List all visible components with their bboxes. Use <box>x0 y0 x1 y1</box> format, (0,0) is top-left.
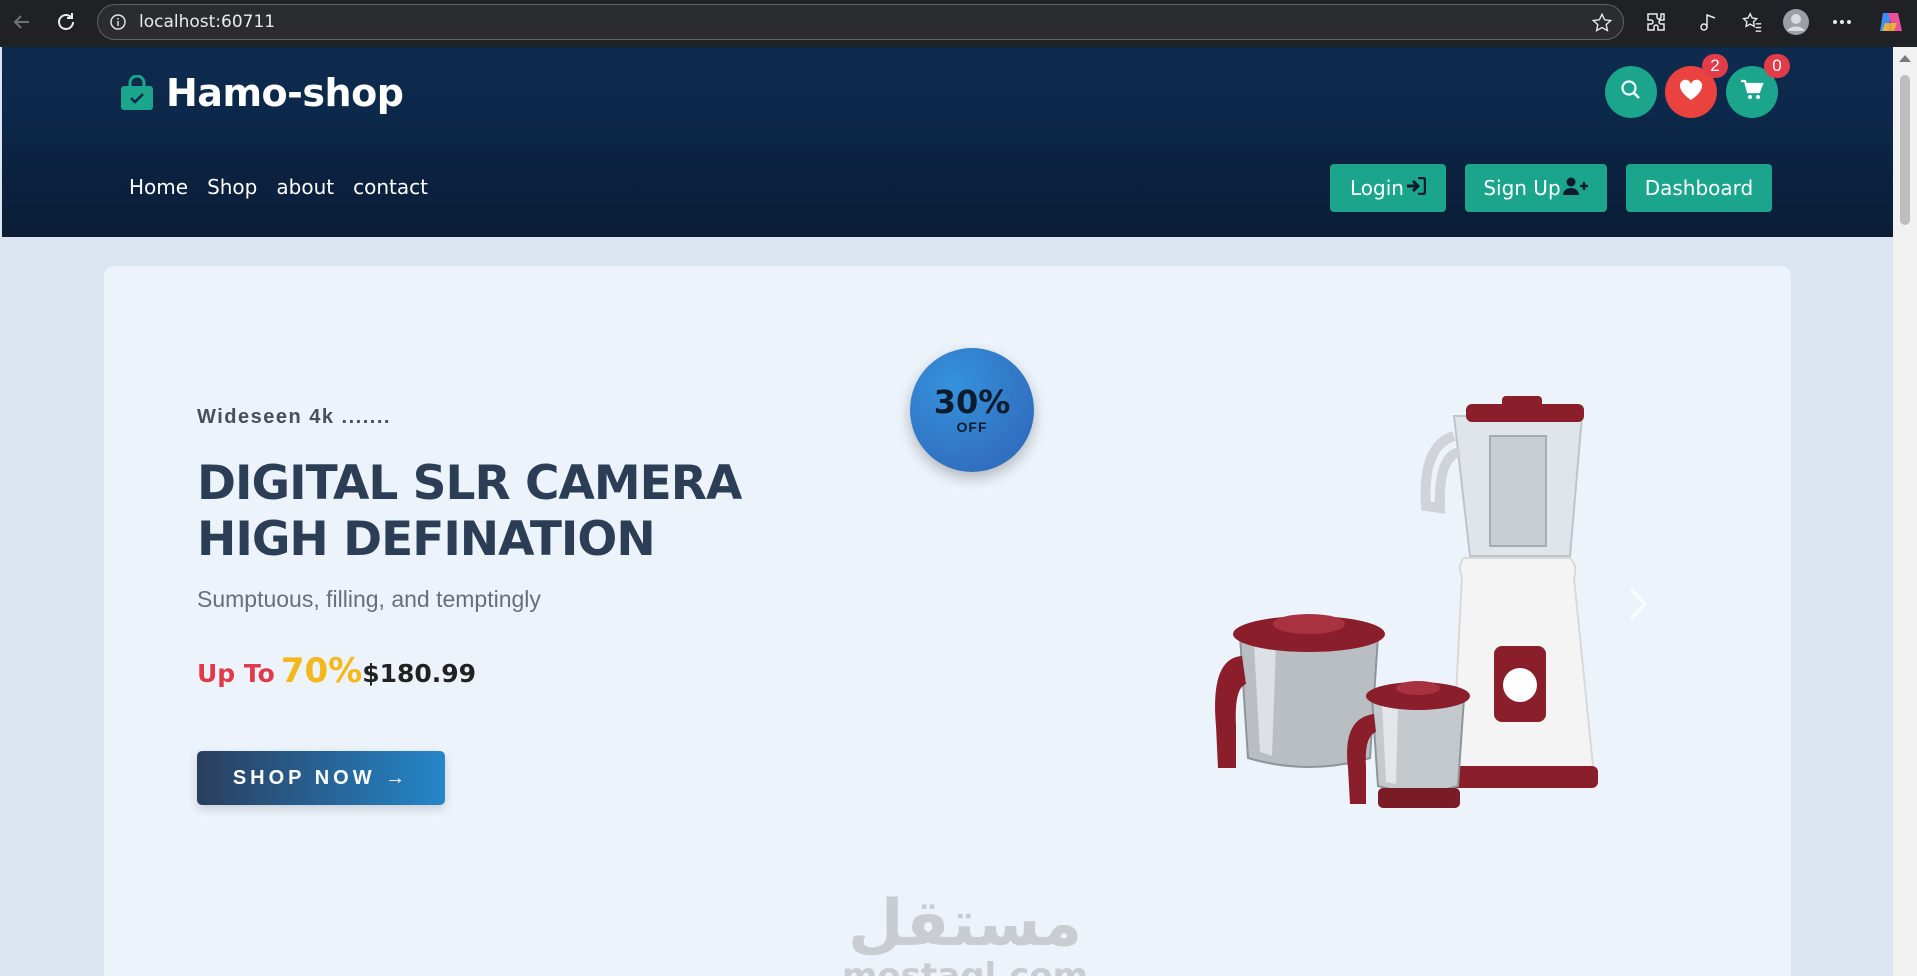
nav-home[interactable]: Home <box>129 175 188 199</box>
profile-avatar-icon[interactable] <box>1780 6 1812 38</box>
discount-percent: 70% <box>280 651 363 691</box>
hero-title-line2: HIGH DEFINATION <box>197 512 656 567</box>
nav-shop[interactable]: Shop <box>207 175 257 199</box>
hero-title-line1: DIGITAL SLR CAMERA <box>197 456 742 511</box>
signup-button[interactable]: Sign Up <box>1465 164 1607 212</box>
login-label: Login <box>1350 176 1404 200</box>
hero-subtitle: Sumptuous, filling, and temptingly <box>197 586 541 612</box>
hero-title: DIGITAL SLR CAMERA HIGH DEFINATION <box>197 456 742 568</box>
watermark-latin: mostaql.com <box>842 956 1089 976</box>
scroll-up-arrow-icon[interactable] <box>1899 55 1911 62</box>
media-icon[interactable] <box>1692 6 1724 38</box>
more-options-icon[interactable] <box>1826 6 1858 38</box>
chevron-right-icon <box>1628 587 1648 626</box>
login-button[interactable]: Login <box>1330 164 1446 212</box>
dashboard-button[interactable]: Dashboard <box>1626 164 1772 212</box>
signup-label: Sign Up <box>1483 176 1561 200</box>
site-logo[interactable]: Hamo-shop <box>120 71 404 115</box>
page-viewport: Hamo-shop 2 0 Home Shop about contact Lo <box>0 47 1917 976</box>
nav-contact[interactable]: contact <box>353 175 428 199</box>
nav-about[interactable]: about <box>276 175 334 199</box>
price-line: Up To 70% $180.99 <box>197 651 476 691</box>
reload-icon[interactable] <box>50 6 82 38</box>
site-header: Hamo-shop 2 0 Home Shop about contact Lo <box>2 47 1893 237</box>
discount-badge: 30% OFF <box>910 348 1034 472</box>
site-info-icon[interactable] <box>109 13 127 31</box>
page-scrollbar[interactable] <box>1893 47 1917 976</box>
back-icon[interactable] <box>6 6 38 38</box>
extensions-icon[interactable] <box>1640 6 1672 38</box>
upto-label: Up To <box>197 659 275 688</box>
discount-badge-off: OFF <box>956 419 988 435</box>
hero-eyebrow: Wideseen 4k ....... <box>197 406 391 428</box>
discount-badge-percent: 30% <box>933 383 1011 421</box>
heart-icon <box>1678 78 1704 107</box>
user-plus-icon <box>1561 176 1589 200</box>
address-bar[interactable]: localhost:60711 <box>97 4 1624 40</box>
watermark-logo: مستقل mostaql.com <box>842 892 1088 976</box>
cart-count-badge: 0 <box>1764 54 1790 78</box>
search-icon <box>1620 79 1642 106</box>
price: $180.99 <box>362 659 477 688</box>
wishlist-count-badge: 2 <box>1702 54 1728 78</box>
sign-in-icon <box>1404 176 1427 200</box>
search-button[interactable] <box>1605 66 1657 118</box>
watermark-arabic: مستقل <box>848 887 1083 961</box>
favorites-icon[interactable] <box>1736 6 1768 38</box>
main-nav: Home Shop about contact <box>129 175 447 199</box>
shop-now-button[interactable]: SHOP NOW → <box>197 751 445 805</box>
url-text[interactable]: localhost:60711 <box>139 12 275 32</box>
bookmark-star-icon[interactable] <box>1591 12 1613 39</box>
blender-product-image <box>1215 396 1598 808</box>
copilot-icon[interactable] <box>1874 6 1906 38</box>
browser-toolbar: localhost:60711 <box>0 0 1917 44</box>
logo-text: Hamo-shop <box>166 71 404 115</box>
hero-carousel: Wideseen 4k ....... DIGITAL SLR CAMERA H… <box>104 266 1791 976</box>
cart-icon <box>1740 79 1764 106</box>
shopping-bag-check-icon <box>120 74 154 111</box>
carousel-next-button[interactable] <box>1628 586 1648 627</box>
scrollbar-thumb[interactable] <box>1900 75 1910 225</box>
